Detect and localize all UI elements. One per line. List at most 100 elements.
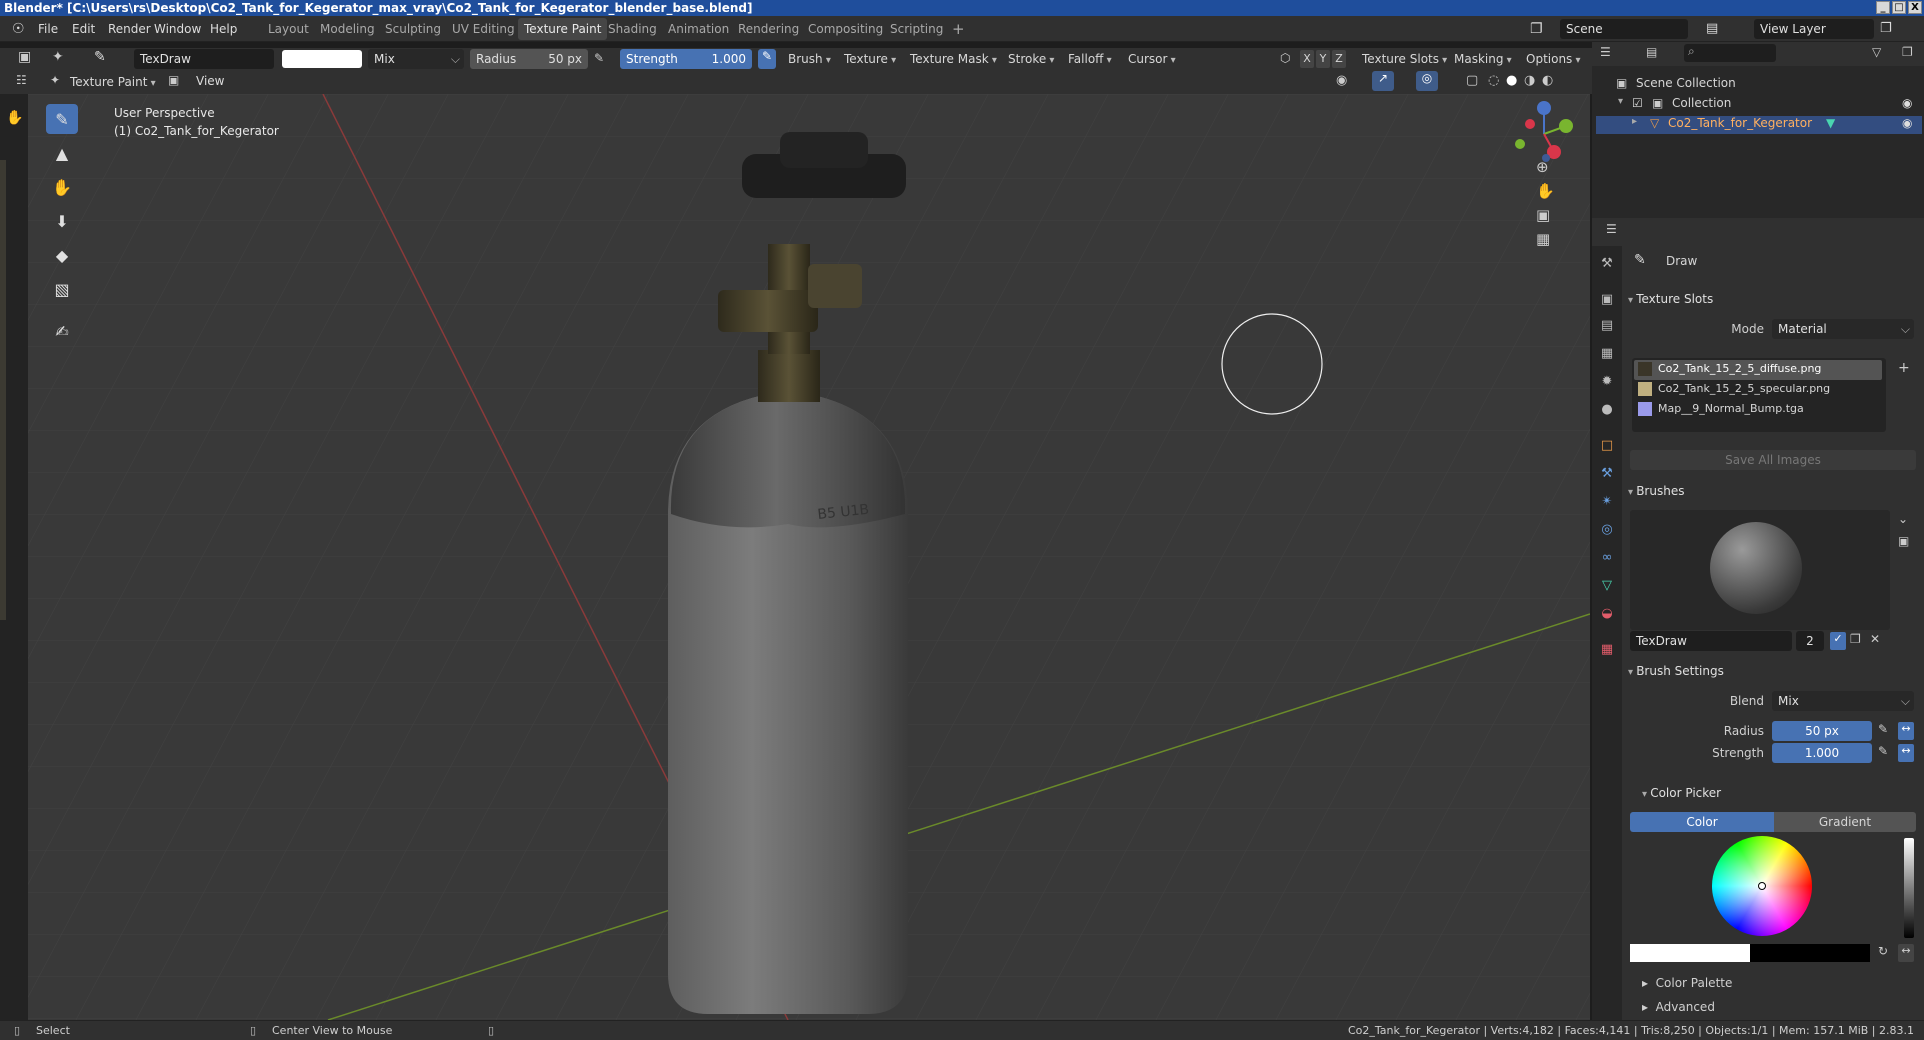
expand-arrow-icon[interactable]: ▾ — [1618, 96, 1623, 107]
new-view-layer-icon[interactable]: ❐ — [1880, 16, 1892, 42]
value-slider[interactable] — [1904, 838, 1914, 938]
tab-scripting[interactable]: Scripting — [884, 18, 949, 40]
tool-tab-icon[interactable]: ⚒ — [1598, 256, 1616, 274]
brushes-header[interactable]: Brushes — [1628, 484, 1684, 498]
scene-icon[interactable]: ❐ — [1530, 16, 1543, 42]
world-tab-icon[interactable]: ● — [1598, 402, 1616, 420]
menu-masking[interactable]: Masking — [1450, 49, 1516, 69]
brush-name-field[interactable]: TexDraw — [134, 49, 274, 69]
add-slot-icon[interactable]: + — [1898, 360, 1910, 376]
outliner-row-object[interactable]: ▸ ▽ Co2_Tank_for_Kegerator ▼ ◉ — [1596, 116, 1922, 134]
view-layer-field[interactable]: View Layer — [1754, 19, 1874, 39]
physics-tab-icon[interactable]: ◎ — [1598, 522, 1616, 540]
radius-pressure-icon[interactable]: ✎ — [594, 51, 604, 65]
radius-slider[interactable]: Radius 50 px — [470, 49, 588, 69]
brush-name-field[interactable]: TexDraw — [1630, 631, 1792, 651]
3d-viewport[interactable]: B5 U1B User Perspective (1) Co2_Tank_for… — [28, 94, 1590, 1020]
brush-preview-area[interactable] — [1630, 510, 1890, 630]
tab-compositing[interactable]: Compositing — [802, 18, 889, 40]
brush-settings-header[interactable]: Brush Settings — [1628, 664, 1724, 678]
data-tab-icon[interactable]: ▽ — [1598, 578, 1616, 596]
ortho-toggle-icon[interactable]: ▦ — [1536, 230, 1550, 248]
blend-dropdown[interactable]: Mix ⌵ — [368, 49, 464, 69]
tab-texture-paint[interactable]: Texture Paint — [518, 18, 608, 40]
maximize-button[interactable]: □ — [1892, 1, 1906, 14]
duplicate-brush-icon[interactable]: ❐ — [1850, 632, 1861, 646]
texture-tab-icon[interactable]: ▦ — [1598, 642, 1616, 660]
color-tab[interactable]: Color — [1630, 812, 1774, 832]
modifier-tab-icon[interactable]: ⚒ — [1598, 466, 1616, 484]
fake-user-icon[interactable]: ✓ — [1830, 632, 1846, 650]
xray-icon[interactable]: ▢ — [1466, 73, 1478, 88]
menu-texture[interactable]: Texture — [840, 49, 900, 69]
material-tab-icon[interactable]: ◒ — [1598, 606, 1616, 624]
menu-help[interactable]: Help — [210, 16, 237, 42]
view-layer-tab-icon[interactable]: ▦ — [1598, 346, 1616, 364]
visibility-eye-icon[interactable]: ◉ — [1902, 116, 1912, 130]
view-menu[interactable]: View — [196, 74, 224, 88]
tab-layout[interactable]: Layout — [262, 18, 315, 40]
tool-mode-icon[interactable]: ✦ — [52, 49, 64, 65]
tab-animation[interactable]: Animation — [662, 18, 735, 40]
color-preview-bar[interactable] — [1630, 944, 1870, 962]
paint-mask-icon[interactable]: ▣ — [168, 73, 179, 87]
color-palette-header[interactable]: ▸ Color Palette — [1642, 976, 1732, 990]
new-collection-icon[interactable]: ❐ — [1902, 45, 1913, 59]
advanced-header[interactable]: ▸ Advanced — [1642, 1000, 1715, 1014]
brush-color-swatch[interactable] — [282, 50, 362, 68]
overlay-toggle-icon[interactable]: ◎ — [1416, 71, 1438, 91]
menu-edit[interactable]: Edit — [72, 16, 95, 42]
tab-shading[interactable]: Shading — [602, 18, 663, 40]
mirror-z-toggle[interactable]: Z — [1332, 50, 1346, 68]
constraints-tab-icon[interactable]: ∞ — [1598, 550, 1616, 568]
material-shading-icon[interactable]: ◑ — [1524, 73, 1535, 88]
scene-tab-icon[interactable]: ✹ — [1598, 374, 1616, 392]
rendered-shading-icon[interactable]: ◐ — [1542, 73, 1553, 88]
output-tab-icon[interactable]: ▤ — [1598, 318, 1616, 336]
texture-slot-mode-dropdown[interactable]: Material ⌵ — [1772, 319, 1914, 339]
strength-pressure-icon[interactable]: ✎ — [758, 49, 776, 69]
unlink-brush-icon[interactable]: ✕ — [1870, 632, 1880, 646]
minimize-button[interactable]: _ — [1876, 1, 1890, 14]
particles-tab-icon[interactable]: ✴ — [1598, 494, 1616, 512]
texture-slot-label[interactable]: Co2_Tank_15_2_5_specular.png — [1658, 382, 1830, 395]
gizmo-toggle-icon[interactable]: ↗ — [1372, 71, 1394, 91]
display-mode-icon[interactable]: ▤ — [1646, 45, 1657, 59]
scene-field[interactable]: Scene — [1560, 19, 1688, 39]
strength-unit-icon[interactable]: ↔ — [1898, 744, 1914, 762]
color-wheel[interactable] — [1712, 836, 1812, 936]
radius-unit-icon[interactable]: ↔ — [1898, 722, 1914, 740]
mirror-y-toggle[interactable]: Y — [1316, 50, 1330, 68]
close-button[interactable]: X — [1908, 1, 1922, 14]
clone-tool-icon[interactable]: ⬇ — [46, 206, 78, 236]
outliner-row-scene-collection[interactable]: ▣ Scene Collection — [1592, 76, 1924, 94]
expand-arrow-icon[interactable]: ▸ — [1632, 116, 1637, 127]
solid-shading-icon[interactable]: ● — [1506, 73, 1517, 88]
tab-rendering[interactable]: Rendering — [732, 18, 805, 40]
save-all-images-button[interactable]: Save All Images — [1630, 450, 1916, 470]
fill-tool-icon[interactable]: ◆ — [46, 240, 78, 270]
swap-colors-icon[interactable]: ↻ — [1878, 944, 1888, 958]
symmetry-icon[interactable]: ⬡ — [1280, 51, 1290, 65]
view-options-icon[interactable]: ☷ — [16, 73, 27, 87]
render-tab-icon[interactable]: ▣ — [1598, 292, 1616, 310]
menu-file[interactable]: File — [38, 16, 58, 42]
tab-modeling[interactable]: Modeling — [314, 18, 381, 40]
radius-pressure-icon[interactable]: ✎ — [1878, 722, 1888, 736]
outliner-editor-icon[interactable]: ☰ — [1600, 45, 1611, 59]
filter-icon[interactable]: ▽ — [1872, 45, 1881, 59]
mode-icon[interactable]: ✦ — [50, 73, 60, 87]
draw-tool-icon[interactable]: ✎ — [46, 104, 78, 134]
editor-type-icon[interactable]: ▣ — [18, 49, 31, 65]
mask-tool-icon[interactable]: ▧ — [46, 274, 78, 304]
tab-sculpting[interactable]: Sculpting — [379, 18, 447, 40]
camera-view-icon[interactable]: ▣ — [1536, 206, 1550, 224]
outliner-search-input[interactable]: ⌕ — [1684, 44, 1776, 62]
menu-texture-mask[interactable]: Texture Mask — [906, 49, 1001, 69]
color-pressure-icon[interactable]: ↔ — [1898, 944, 1914, 962]
brush-users-count[interactable]: 2 — [1796, 631, 1824, 651]
wireframe-shading-icon[interactable]: ◌ — [1488, 73, 1499, 88]
brush-strength-slider[interactable]: 1.000 — [1772, 743, 1872, 763]
mirror-x-toggle[interactable]: X — [1300, 50, 1314, 68]
outliner-row-collection[interactable]: ▾ ☑ ▣ Collection ◉ — [1592, 96, 1924, 114]
